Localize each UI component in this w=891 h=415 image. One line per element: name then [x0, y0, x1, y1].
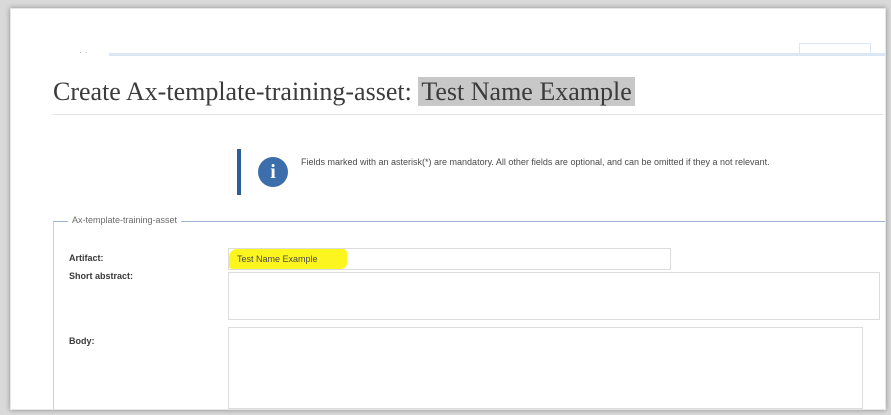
- page-title-prefix: Create Ax-template-training-asset:: [53, 77, 412, 106]
- short-abstract-label: Short abstract:: [69, 271, 134, 281]
- body-field[interactable]: [228, 327, 863, 409]
- info-message: i Fields marked with an asterisk(*) are …: [237, 149, 885, 195]
- info-text: Fields marked with an asterisk(*) are ma…: [301, 157, 770, 167]
- artifact-input[interactable]: Test Name Example: [228, 248, 671, 270]
- top-nav-bar: [109, 53, 885, 56]
- top-nav-tab[interactable]: [799, 43, 871, 56]
- title-divider: [53, 114, 883, 115]
- short-abstract-field[interactable]: [228, 272, 880, 320]
- body-label: Body:: [69, 336, 95, 346]
- artifact-value: Test Name Example: [237, 254, 318, 264]
- artifact-label: Artifact:: [69, 253, 104, 263]
- nav-dots: · ·: [79, 47, 88, 57]
- page-title-name: Test Name Example: [418, 77, 635, 106]
- screenshot-frame: · · Create Ax-template-training-asset: T…: [10, 8, 886, 410]
- fieldset-legend: Ax-template-training-asset: [68, 215, 182, 225]
- page-title: Create Ax-template-training-asset: Test …: [53, 77, 635, 107]
- info-accent-bar: [237, 149, 241, 195]
- form-fieldset: Ax-template-training-asset Artifact: Tes…: [53, 215, 885, 409]
- info-icon: i: [258, 157, 288, 187]
